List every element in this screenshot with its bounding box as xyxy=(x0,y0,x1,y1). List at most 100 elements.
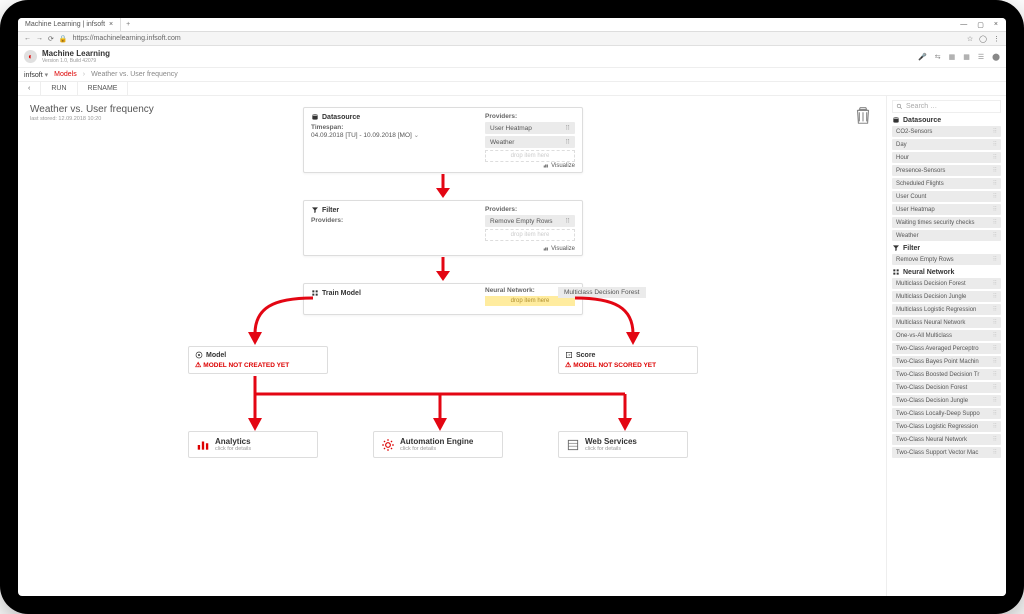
drag-icon: ⠿ xyxy=(993,423,997,430)
sidebar-item[interactable]: Multiclass Neural Network⠿ xyxy=(892,317,1001,328)
org-dropdown[interactable]: infsoft ▾ xyxy=(24,71,48,79)
sidebar-item[interactable]: Two-Class Support Vector Mac⠿ xyxy=(892,447,1001,458)
sidebar-item[interactable]: Two-Class Boosted Decision Tr⠿ xyxy=(892,369,1001,380)
provider-pill[interactable]: Weather⠿ xyxy=(485,136,575,148)
drag-icon: ⠿ xyxy=(993,319,997,326)
filter-pill[interactable]: Remove Empty Rows⠿ xyxy=(485,215,575,227)
drag-icon: ⠿ xyxy=(993,358,997,365)
gear-icon xyxy=(381,438,395,452)
analytics-card[interactable]: Analytics click for details xyxy=(188,431,318,458)
sidebar-item[interactable]: Two-Class Locally-Deep Suppo⠿ xyxy=(892,408,1001,419)
automation-card[interactable]: Automation Engine click for details xyxy=(373,431,503,458)
breadcrumb-models[interactable]: Models xyxy=(54,71,77,78)
web-title: Web Services xyxy=(585,437,637,446)
train-model-node[interactable]: Train Model Neural Network: drop item he… xyxy=(303,283,583,315)
sidebar-section-header[interactable]: Filter xyxy=(892,244,1001,252)
sidebar-item[interactable]: Scheduled Flights⠿ xyxy=(892,178,1001,189)
provider-pill[interactable]: User Heatmap⠿ xyxy=(485,122,575,134)
mic-icon[interactable]: 🎤 xyxy=(918,53,927,61)
sidebar-item[interactable]: Hour⠿ xyxy=(892,152,1001,163)
filter-title: Filter xyxy=(322,207,339,214)
drag-icon: ⠿ xyxy=(565,217,570,225)
web-services-card[interactable]: Web Services click for details xyxy=(558,431,688,458)
sidebar-item[interactable]: Two-Class Decision Jungle⠿ xyxy=(892,395,1001,406)
dragging-item[interactable]: Multiclass Decision Forest xyxy=(558,287,646,298)
toolbar-icon-4[interactable]: ☰ xyxy=(978,53,984,61)
breadcrumb-current: Weather vs. User frequency xyxy=(91,71,178,78)
drag-icon: ⠿ xyxy=(993,219,997,226)
timespan-value[interactable]: 04.09.2018 [TU] - 10.09.2018 [MO] ⌄ xyxy=(311,131,451,139)
drag-icon: ⠿ xyxy=(565,124,570,132)
score-node[interactable]: Score MODEL NOT SCORED YET xyxy=(558,346,698,374)
drag-icon: ⠿ xyxy=(993,410,997,417)
sidebar-item[interactable]: Two-Class Bayes Point Machin⠿ xyxy=(892,356,1001,367)
model-warning: MODEL NOT CREATED YET xyxy=(195,361,321,369)
reload-button[interactable]: ⟳ xyxy=(48,35,54,43)
drop-zone[interactable]: drop item here xyxy=(485,229,575,241)
address-input[interactable]: https://machinelearning.infsoft.com xyxy=(73,35,962,42)
forward-button[interactable]: → xyxy=(36,35,43,42)
drag-icon: ⠿ xyxy=(993,280,997,287)
drag-icon: ⠿ xyxy=(565,138,570,146)
chevron-down-icon: ⌄ xyxy=(414,132,419,139)
datasource-title: Datasource xyxy=(322,114,360,121)
rename-button[interactable]: RENAME xyxy=(78,82,129,95)
drag-icon: ⠿ xyxy=(993,154,997,161)
filter-p-label: Providers: xyxy=(485,206,575,213)
sidebar-item[interactable]: Multiclass Logistic Regression⠿ xyxy=(892,304,1001,315)
providers-label: Providers: xyxy=(485,113,575,120)
lock-icon: 🔒 xyxy=(59,35,68,43)
drag-icon: ⠿ xyxy=(993,128,997,135)
sidebar-section-header[interactable]: Neural Network xyxy=(892,268,1001,276)
browser-tab[interactable]: Machine Learning | infsoft × xyxy=(18,18,121,31)
drag-icon: ⠿ xyxy=(993,293,997,300)
toolbar-icon-1[interactable]: ⇆ xyxy=(935,53,941,61)
sidebar-item[interactable]: Remove Empty Rows⠿ xyxy=(892,254,1001,265)
new-tab-button[interactable]: + xyxy=(121,21,135,28)
toolbar-icon-3[interactable]: ▦ xyxy=(963,53,970,61)
sidebar-item[interactable]: User Heatmap⠿ xyxy=(892,204,1001,215)
drag-icon: ⠿ xyxy=(993,384,997,391)
sidebar-item[interactable]: Weather⠿ xyxy=(892,230,1001,241)
run-button[interactable]: RUN xyxy=(41,82,77,95)
model-result-node[interactable]: Model MODEL NOT CREATED YET xyxy=(188,346,328,374)
sidebar: Search … Datasource CO2-Sensors⠿ Day⠿ Hour⠿… xyxy=(886,96,1006,596)
datasource-node[interactable]: Datasource Timespan: 04.09.2018 [TU] - 1… xyxy=(303,107,583,173)
back-button[interactable]: ← xyxy=(24,35,31,42)
sidebar-section-header[interactable]: Datasource xyxy=(892,116,1001,124)
close-window-button[interactable]: × xyxy=(994,21,998,29)
sidebar-item[interactable]: Two-Class Logistic Regression⠿ xyxy=(892,421,1001,432)
toolbar-back-button[interactable]: ‹ xyxy=(18,82,41,95)
analytics-title: Analytics xyxy=(215,437,251,446)
sidebar-item[interactable]: Multiclass Decision Jungle⠿ xyxy=(892,291,1001,302)
close-tab-icon[interactable]: × xyxy=(109,21,113,28)
analytics-icon xyxy=(196,438,210,452)
sidebar-item[interactable]: One-vs-All Multiclass⠿ xyxy=(892,330,1001,341)
web-sub: click for details xyxy=(585,446,637,452)
sidebar-item[interactable]: Day⠿ xyxy=(892,139,1001,150)
model-result-title: Model xyxy=(206,352,226,359)
filter-node[interactable]: Filter Providers: Providers: Remove Empt… xyxy=(303,200,583,256)
visualize-link[interactable]: Visualize xyxy=(543,246,575,252)
visualize-link[interactable]: Visualize xyxy=(543,163,575,169)
profile-icon[interactable]: ◯ xyxy=(979,35,987,43)
toolbar-icon-2[interactable]: ▦ xyxy=(949,53,956,61)
app-logo: ◐ xyxy=(24,50,37,63)
sidebar-item[interactable]: User Count⠿ xyxy=(892,191,1001,202)
tab-title: Machine Learning | infsoft xyxy=(25,21,105,28)
drop-zone[interactable]: drop item here xyxy=(485,150,575,162)
sidebar-item[interactable]: Multiclass Decision Forest⠿ xyxy=(892,278,1001,289)
sidebar-item[interactable]: Two-Class Averaged Perceptro⠿ xyxy=(892,343,1001,354)
drag-icon: ⠿ xyxy=(993,232,997,239)
sidebar-item[interactable]: Presence-Sensors⠿ xyxy=(892,165,1001,176)
search-input[interactable]: Search … xyxy=(892,100,1001,113)
sidebar-item[interactable]: CO2-Sensors⠿ xyxy=(892,126,1001,137)
menu-icon[interactable]: ⋮ xyxy=(993,35,1000,43)
minimize-button[interactable]: — xyxy=(960,21,967,29)
sidebar-item[interactable]: Waiting times security checks⠿ xyxy=(892,217,1001,228)
maximize-button[interactable]: ▢ xyxy=(977,21,984,29)
sidebar-item[interactable]: Two-Class Neural Network⠿ xyxy=(892,434,1001,445)
sidebar-item[interactable]: Two-Class Decision Forest⠿ xyxy=(892,382,1001,393)
avatar-icon[interactable]: ⬤ xyxy=(992,53,1000,61)
bookmark-icon[interactable]: ☆ xyxy=(967,35,973,43)
